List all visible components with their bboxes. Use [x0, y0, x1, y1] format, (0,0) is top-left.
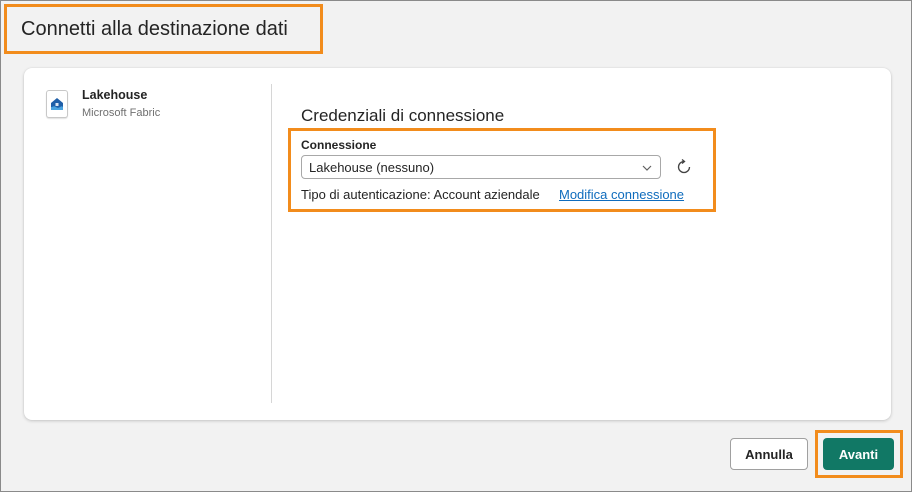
lakehouse-icon [46, 90, 68, 118]
destination-name[interactable]: Lakehouse [82, 88, 147, 102]
title-highlight: Connetti alla destinazione dati [4, 4, 323, 54]
dialog-title: Connetti alla destinazione dati [21, 17, 288, 40]
cancel-button[interactable]: Annulla [730, 438, 808, 470]
connection-dropdown[interactable]: Lakehouse (nessuno) [301, 155, 661, 179]
content-card: Lakehouse Microsoft Fabric Credenziali d… [24, 68, 891, 420]
refresh-icon[interactable] [673, 156, 695, 178]
destination-list: Lakehouse Microsoft Fabric [24, 68, 272, 420]
auth-type-text: Tipo di autenticazione: Account aziendal… [301, 187, 540, 202]
modify-connection-link[interactable]: Modifica connessione [559, 187, 684, 202]
connection-value: Lakehouse (nessuno) [309, 159, 435, 175]
chevron-down-icon [642, 165, 652, 171]
pane-divider [271, 84, 272, 403]
connection-label: Connessione [301, 138, 377, 152]
next-button[interactable]: Avanti [823, 438, 894, 470]
destination-subtitle: Microsoft Fabric [82, 107, 161, 119]
section-title: Credenziali di connessione [301, 106, 505, 125]
